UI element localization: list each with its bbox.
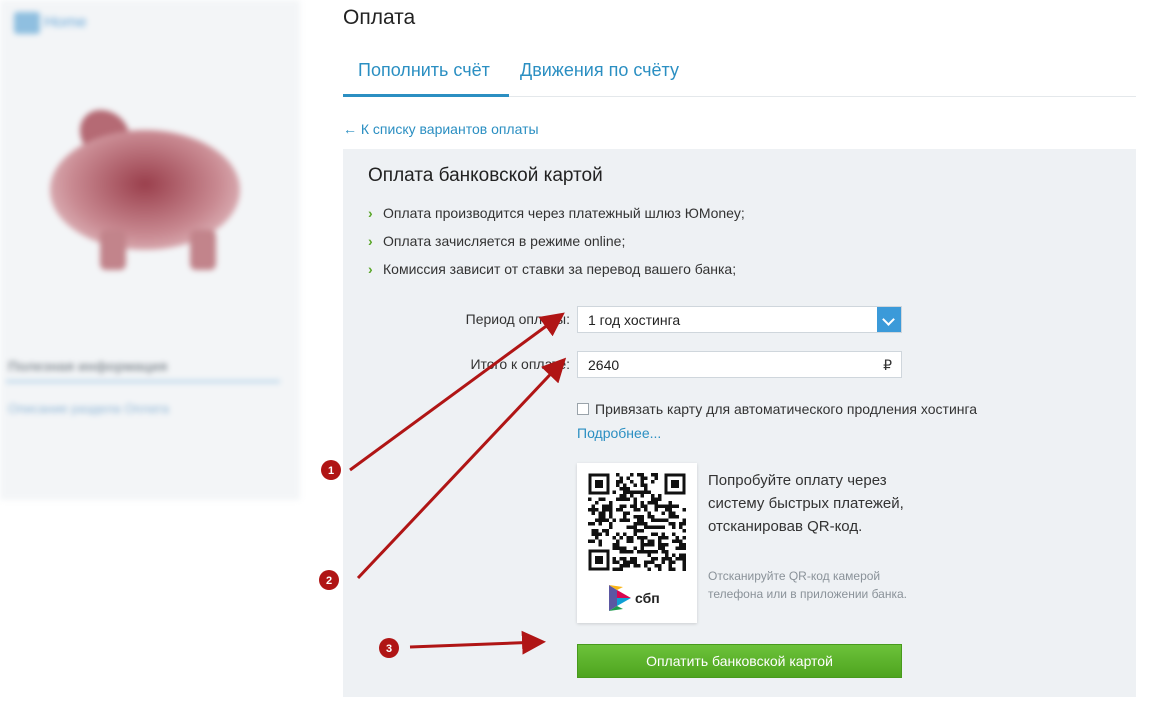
chevron-right-icon: › (368, 233, 373, 249)
more-info-link[interactable]: Подробнее... (577, 425, 661, 441)
sbp-logo: сбп (609, 585, 660, 611)
total-amount-field[interactable]: 2640 ₽ (577, 351, 902, 378)
panel-title: Оплата банковской картой (368, 165, 603, 186)
sidebar: Home Полезная информация Описание раздел… (0, 0, 300, 500)
pay-by-card-button[interactable]: Оплатить банковской картой (577, 644, 902, 678)
qr-hint-text: Отсканируйте QR-код камерой телефона или… (708, 569, 907, 601)
back-to-payment-options-link[interactable]: ← К списку вариантов оплаты (343, 121, 539, 137)
info-list: › Оплата производится через платежный шлю… (368, 205, 745, 289)
total-amount-value: 2640 (588, 357, 620, 373)
qr-code-icon (588, 473, 686, 571)
autorenew-label[interactable]: Привязать карту для автоматического прод… (595, 401, 977, 417)
ruble-icon: ₽ (883, 357, 892, 373)
page: Home Полезная информация Описание раздел… (0, 0, 1176, 717)
sbp-icon (609, 585, 631, 611)
qr-promo-text: Попробуйте оплату через систему быстрых … (708, 472, 904, 535)
divider (6, 380, 280, 383)
list-item: › Оплата зачисляется в режиме online; (368, 233, 745, 261)
sbp-label: сбп (635, 590, 660, 606)
period-select-value: 1 год хостинга (588, 312, 681, 328)
annotation-marker: 1 (321, 460, 341, 480)
qr-card: сбп (577, 463, 697, 623)
list-item: › Комиссия зависит от ставки за перевод в… (368, 261, 745, 289)
period-label: Период оплаты: (465, 311, 570, 327)
useful-info-heading: Полезная информация (8, 358, 168, 374)
period-select[interactable]: 1 год хостинга (577, 306, 902, 333)
chevron-down-icon[interactable] (877, 307, 901, 332)
piggy-bank-image (40, 110, 240, 270)
total-label: Итого к оплате: (470, 356, 570, 372)
card-payment-panel: Оплата банковской картой › Оплата произво… (343, 149, 1136, 697)
list-item-text: Оплата зачисляется в режиме online; (383, 233, 626, 249)
tab-top-up[interactable]: Пополнить счёт (343, 54, 509, 97)
tab-account-history[interactable]: Движения по счёту (505, 54, 694, 97)
useful-info-link[interactable]: Описание раздела Оплата (8, 401, 169, 416)
list-item-text: Оплата производится через платежный шлюз… (383, 205, 745, 221)
logo-text[interactable]: Home (44, 14, 87, 32)
svg-text:1: 1 (328, 465, 334, 477)
page-title: Оплата (343, 6, 416, 29)
svg-text:2: 2 (326, 575, 332, 587)
autorenew-option[interactable]: Привязать карту для автоматического прод… (577, 401, 977, 417)
chevron-right-icon: › (368, 261, 373, 277)
annotation-marker: 2 (319, 570, 339, 590)
list-item: › Оплата производится через платежный шлю… (368, 205, 745, 233)
list-item-text: Комиссия зависит от ставки за перевод ва… (383, 261, 737, 277)
autorenew-checkbox[interactable] (577, 403, 589, 415)
logo-icon[interactable] (14, 12, 40, 34)
chevron-right-icon: › (368, 205, 373, 221)
tab-bar: Пополнить счёт Движения по счёту (343, 54, 1136, 97)
